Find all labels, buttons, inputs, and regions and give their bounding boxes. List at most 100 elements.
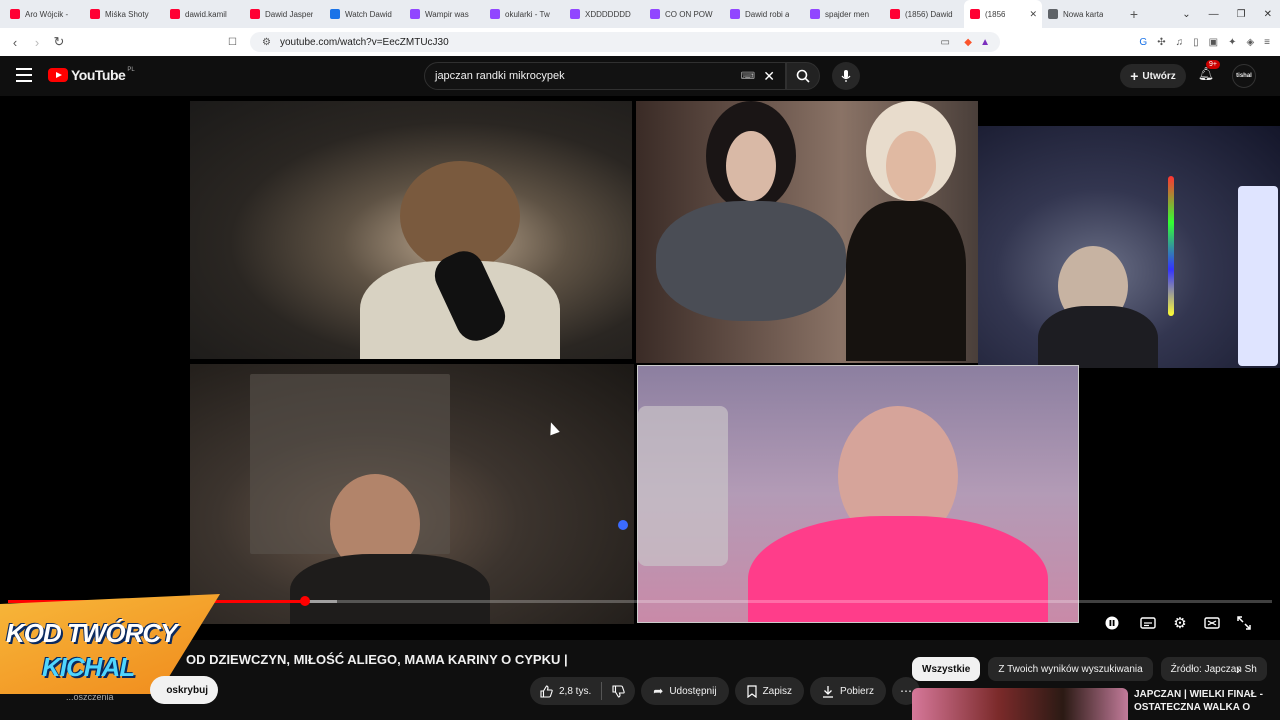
search-input[interactable]: japczan randki mikrocypek ⌨ ✕: [424, 62, 786, 90]
search-icon: [796, 69, 810, 83]
save-icon: [746, 684, 757, 698]
clear-search-icon[interactable]: ✕: [763, 68, 775, 85]
mic-button[interactable]: [832, 62, 860, 90]
video-frame-top-middle: [636, 101, 978, 363]
like-button[interactable]: 2,8 tys.: [530, 677, 636, 705]
browser-tab[interactable]: spajder men: [804, 0, 884, 28]
channel-name[interactable]: ...oszczenia: [66, 692, 114, 702]
filter-chip[interactable]: Źródło: Japczan Sh: [1160, 657, 1267, 681]
browser-tab[interactable]: Nowa karta: [1042, 0, 1122, 28]
share-button[interactable]: ➦ Udostępnij: [641, 677, 729, 705]
video-player[interactable]: ⚙: [0, 96, 1280, 640]
download-icon: [823, 685, 834, 698]
tab-favicon-icon: [250, 9, 260, 19]
tab-title: Nowa karta: [1063, 9, 1104, 19]
browser-tab[interactable]: (1856 ✕: [964, 0, 1042, 28]
settings-button[interactable]: ⚙: [1170, 614, 1190, 632]
minimize-button[interactable]: —: [1209, 9, 1219, 20]
search-button[interactable]: [786, 62, 820, 90]
site-info-icon[interactable]: ⚙: [262, 37, 271, 48]
forward-icon[interactable]: ›: [26, 35, 48, 50]
tab-favicon-icon: [10, 9, 20, 19]
browser-tab[interactable]: dawid.kamil: [164, 0, 244, 28]
video-title: OD DZIEWCZYN, MIŁOŚĆ ALIEGO, MAMA KARINY…: [186, 652, 568, 667]
tab-title: CO ON POW: [665, 9, 713, 19]
browser-tab[interactable]: Watch Dawid: [324, 0, 404, 28]
browser-tab[interactable]: XDDDDDDD: [564, 0, 644, 28]
tab-favicon-icon: [570, 9, 580, 19]
share-label: Udostępnij: [669, 685, 717, 697]
rewards-icon[interactable]: ▲: [980, 37, 990, 48]
window-controls: ⌄ — ❐ ✕: [1182, 0, 1272, 28]
save-label: Zapisz: [762, 685, 793, 697]
download-button[interactable]: Pobierz: [810, 677, 886, 705]
tab-title: dawid.kamil: [185, 9, 227, 19]
sidebar-icon[interactable]: ▯: [1193, 37, 1199, 48]
url-field[interactable]: ☐ ⚙ youtube.com/watch?v=EecZMTUcJ30 ▭ ◆ …: [228, 32, 1000, 52]
close-window-button[interactable]: ✕: [1264, 9, 1272, 20]
browser-tab[interactable]: CO ON POW: [644, 0, 724, 28]
notifications-button[interactable]: 🔔︎ 9+: [1196, 60, 1220, 86]
browser-tab[interactable]: Aro Wójcik -: [4, 0, 84, 28]
maximize-button[interactable]: ❐: [1237, 9, 1246, 20]
tab-title: Dawid Jasper: [265, 9, 314, 19]
youtube-logo[interactable]: YouTube PL: [48, 67, 135, 83]
tab-title: Wampir was: [425, 9, 469, 19]
vpn-icon[interactable]: ◈: [1246, 37, 1254, 48]
tab-favicon-icon: [330, 9, 340, 19]
fullscreen-icon: [1237, 616, 1251, 630]
search-query: japczan randki mikrocypek: [435, 70, 565, 82]
tab-favicon-icon: [410, 9, 420, 19]
miniplayer-icon: [1204, 617, 1220, 629]
dislike-icon[interactable]: [612, 684, 625, 698]
browser-tab[interactable]: Miśka Shoty: [84, 0, 164, 28]
like-count: 2,8 tys.: [559, 685, 592, 697]
browser-tab[interactable]: Dawid Jasper: [244, 0, 324, 28]
tab-search-icon[interactable]: ⌄: [1182, 9, 1190, 20]
browser-tab[interactable]: Dawid robi a: [724, 0, 804, 28]
avatar[interactable]: tishal: [1232, 64, 1256, 88]
translate-icon[interactable]: G: [1139, 37, 1147, 48]
tab-favicon-icon: [970, 9, 980, 19]
browser-tab[interactable]: (1856) Dawid: [884, 0, 964, 28]
video-frame-top-right: [978, 126, 1280, 368]
new-tab-button[interactable]: +: [1122, 6, 1146, 22]
miniplayer-button[interactable]: [1202, 614, 1222, 632]
progress-scrubber[interactable]: [300, 596, 311, 606]
mic-icon: [841, 70, 851, 82]
subtitles-button[interactable]: [1138, 614, 1158, 632]
browser-tab[interactable]: Wampir was: [404, 0, 484, 28]
create-button[interactable]: + Utwórz: [1120, 64, 1186, 88]
fullscreen-button[interactable]: [1234, 614, 1254, 632]
browser-menu-icon[interactable]: ≡: [1264, 37, 1270, 48]
close-tab-icon[interactable]: ✕: [1029, 9, 1037, 20]
reload-icon[interactable]: ↻: [48, 34, 70, 50]
bookmark-icon[interactable]: ☐: [228, 37, 237, 48]
subscribe-button[interactable]: oskrybuj: [150, 676, 218, 704]
back-icon[interactable]: ‹: [4, 35, 26, 50]
recommendation-title[interactable]: JAPCZAN | WIELKI FINAŁ - OSTATECZNA WALK…: [1134, 688, 1274, 714]
filter-chip[interactable]: Z Twoich wyników wyszukiwania: [988, 657, 1153, 681]
extensions-icon[interactable]: ✣: [1157, 37, 1165, 48]
wallet-icon[interactable]: ▣: [1209, 37, 1218, 48]
recommendation-thumbnail[interactable]: [912, 688, 1128, 720]
keyboard-icon[interactable]: ⌨: [741, 71, 755, 82]
leo-icon[interactable]: ✦: [1228, 37, 1236, 48]
youtube-header: YouTube PL japczan randki mikrocypek ⌨ ✕…: [0, 56, 1280, 96]
brave-shield-icon[interactable]: ◆: [964, 37, 972, 48]
chevron-right-icon[interactable]: ›: [1236, 661, 1241, 677]
tab-favicon-icon: [730, 9, 740, 19]
tab-favicon-icon: [90, 9, 100, 19]
tab-favicon-icon: [490, 9, 500, 19]
browser-tab[interactable]: okularki - Tw: [484, 0, 564, 28]
filter-chip[interactable]: Wszystkie: [912, 657, 981, 681]
cast-icon[interactable]: ▭: [941, 37, 950, 48]
tab-title: spajder men: [825, 9, 870, 19]
menu-icon[interactable]: [16, 68, 32, 82]
music-icon[interactable]: ♫: [1176, 37, 1184, 48]
banner-line-1: KOD TWÓRCY: [6, 618, 178, 648]
pause-button[interactable]: [1102, 614, 1122, 632]
tab-favicon-icon: [810, 9, 820, 19]
save-button[interactable]: Zapisz: [734, 677, 805, 705]
tab-title: Watch Dawid: [345, 9, 392, 19]
